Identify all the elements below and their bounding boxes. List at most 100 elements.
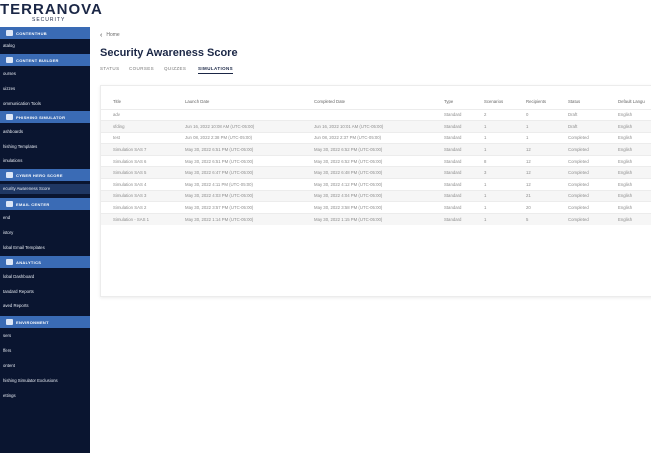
sidebar-item-security-awareness-score[interactable]: ecurity Awareness Score (0, 184, 90, 194)
cell-completed-date: May 30, 2022 4:12 PM (UTC-05:00) (302, 178, 432, 191)
cell-status: Completed (556, 131, 606, 144)
column-header-title[interactable]: Title (101, 94, 173, 109)
table-row[interactable]: Simulation SAS 3 May 30, 2022 4:03 PM (UT… (101, 189, 651, 202)
sidebar-item-global-email-templates[interactable]: lobal Email Templates (0, 243, 90, 253)
sidebar-item-saved-reports[interactable]: aved Reports (0, 301, 90, 311)
cell-default-language: English (606, 120, 651, 133)
sidebar-item-communication-tools[interactable]: ommunication Tools (0, 99, 90, 109)
cell-title: Simulation - SAS 1 (101, 212, 173, 225)
cell-launch-date: Jun 08, 2022 2:38 PM (UTC-05:00) (173, 131, 302, 144)
top-bar: TERRANOVA SECURITY (0, 0, 651, 27)
table-row[interactable]: Simulation SAS 6 May 30, 2022 6:51 PM (UT… (101, 154, 651, 167)
column-header-launch-date[interactable]: Launch Date (173, 94, 302, 109)
cell-launch-date: Jun 16, 2022 10:08 AM (UTC-05:00) (173, 120, 302, 133)
cell-scenarios: 1 (472, 212, 514, 225)
sidebar-item-simulations[interactable]: imulations (0, 156, 90, 166)
breadcrumb[interactable]: ‹ Home (100, 32, 120, 39)
table-body: adv Standard 2 0 Draft English sfding Jun 16, 2… (101, 108, 651, 225)
cell-scenarios: 1 (472, 143, 514, 156)
cell-recipients: 12 (514, 166, 556, 179)
cell-type: Standard (432, 189, 472, 202)
terranova-logo[interactable]: TERRANOVA SECURITY (0, 1, 102, 26)
cell-status: Completed (556, 166, 606, 179)
cell-type: Standard (432, 212, 472, 225)
cell-completed-date: May 30, 2022 4:04 PM (UTC-05:00) (302, 189, 432, 202)
sidebar-item-users[interactable]: sers (0, 331, 90, 341)
table-row[interactable]: sfding Jun 16, 2022 10:08 AM (UTC-05:00) J… (101, 120, 651, 133)
cell-default-language: English (606, 131, 651, 144)
column-header-scenarios[interactable]: Scenarios (472, 94, 514, 109)
sidebar-section-analytics[interactable]: ANALYTICS (0, 256, 90, 268)
sidebar-section-environment[interactable]: ENVIRONMENT (0, 316, 90, 328)
table-row[interactable]: adv Standard 2 0 Draft English (101, 108, 651, 121)
tab-status[interactable]: STATUS (100, 66, 119, 73)
cell-scenarios: 1 (472, 120, 514, 133)
cell-launch-date: May 30, 2022 6:51 PM (UTC-05:00) (173, 143, 302, 156)
cell-type: Standard (432, 154, 472, 167)
page-title: Security Awareness Score (100, 47, 238, 59)
cell-recipients: 21 (514, 189, 556, 202)
sidebar-item-offers[interactable]: ffers (0, 346, 90, 356)
cell-status: Completed (556, 143, 606, 156)
sidebar-item-content[interactable]: ontent (0, 361, 90, 371)
sidebar-item-phishing-templates[interactable]: hishing Templates (0, 142, 90, 152)
sidebar-item-phishing-simulator-exclusions[interactable]: hishing Simulator Exclusions (0, 376, 90, 386)
sidebar-section-content-builder[interactable]: CONTENT BUILDER (0, 54, 90, 66)
cell-status: Completed (556, 201, 606, 214)
cell-status: Draft (556, 108, 606, 121)
column-header-status[interactable]: Status (556, 94, 606, 109)
cell-type: Standard (432, 143, 472, 156)
sidebar-item-dashboards[interactable]: ashboards (0, 127, 90, 137)
cell-title: Simulation SAS 6 (101, 154, 173, 167)
cell-recipients: 0 (514, 108, 556, 121)
column-header-default-language[interactable]: Default Langu (606, 94, 651, 109)
cell-title: adv (101, 108, 173, 121)
cell-status: Completed (556, 189, 606, 202)
cell-recipients: 1 (514, 120, 556, 133)
cell-scenarios: 1 (472, 201, 514, 214)
cell-scenarios: 2 (472, 108, 514, 121)
logo-text: TERRANOVA (0, 1, 103, 18)
table-row[interactable]: Simulation SAS 7 May 30, 2022 6:51 PM (UT… (101, 143, 651, 156)
cell-default-language: English (606, 143, 651, 156)
table-row[interactable]: Simulation SAS 5 May 30, 2022 6:47 PM (UT… (101, 166, 651, 179)
sidebar-section-cyber-hero-score[interactable]: CYBER HERO SCORE (0, 169, 90, 181)
tab-quizzes[interactable]: QUIZZES (164, 66, 186, 73)
cell-recipients: 20 (514, 201, 556, 214)
column-header-recipients[interactable]: Recipients (514, 94, 556, 109)
sidebar: CONTENTHUB atalog CONTENT BUILDER ourses… (0, 27, 90, 453)
content-builder-icon (6, 57, 13, 63)
sidebar-item-standard-reports[interactable]: tandard Reports (0, 287, 90, 297)
cell-title: Simulation SAS 2 (101, 201, 173, 214)
column-header-completed-date[interactable]: Completed Date (302, 94, 432, 109)
cell-type: Standard (432, 131, 472, 144)
sidebar-item-courses[interactable]: ourses (0, 69, 90, 79)
sidebar-item-quizzes[interactable]: uizzes (0, 84, 90, 94)
tab-courses[interactable]: COURSES (129, 66, 154, 73)
shield-icon (6, 172, 13, 178)
sidebar-item-history[interactable]: istory (0, 228, 90, 238)
sidebar-item-send[interactable]: end (0, 213, 90, 223)
sidebar-item-settings[interactable]: ettings (0, 391, 90, 401)
environment-icon (6, 319, 13, 325)
sidebar-section-phishing-simulator[interactable]: PHISHING SIMULATOR (0, 111, 90, 123)
cell-launch-date: May 30, 2022 3:57 PM (UTC-05:00) (173, 201, 302, 214)
logo-subtext: SECURITY (32, 17, 66, 23)
column-header-type[interactable]: Type (432, 94, 472, 109)
tab-simulations[interactable]: SIMULATIONS (198, 66, 234, 74)
table-row[interactable]: Simulation SAS 2 May 30, 2022 3:57 PM (UT… (101, 201, 651, 214)
sidebar-section-email-center[interactable]: EMAIL CENTER (0, 198, 90, 210)
table-row[interactable]: Simulation - SAS 1 May 30, 2022 1:14 PM (… (101, 212, 651, 225)
sidebar-item-catalog[interactable]: atalog (0, 41, 90, 51)
cell-launch-date (173, 108, 302, 121)
breadcrumb-home: Home (106, 32, 120, 38)
cell-type: Standard (432, 108, 472, 121)
table-row[interactable]: Simulation SAS 4 May 30, 2022 4:11 PM (UT… (101, 178, 651, 191)
sidebar-item-global-dashboard[interactable]: lobal Dashboard (0, 272, 90, 282)
simulations-table: Title Launch Date Completed Date Type Sc… (101, 94, 651, 225)
cell-completed-date: May 30, 2022 6:48 PM (UTC-05:00) (302, 166, 432, 179)
sidebar-section-contenthub[interactable]: CONTENTHUB (0, 27, 90, 39)
cell-launch-date: May 30, 2022 6:51 PM (UTC-05:00) (173, 154, 302, 167)
table-row[interactable]: test Jun 08, 2022 2:38 PM (UTC-05:00) Jun … (101, 131, 651, 144)
content-hub-icon (6, 30, 13, 36)
